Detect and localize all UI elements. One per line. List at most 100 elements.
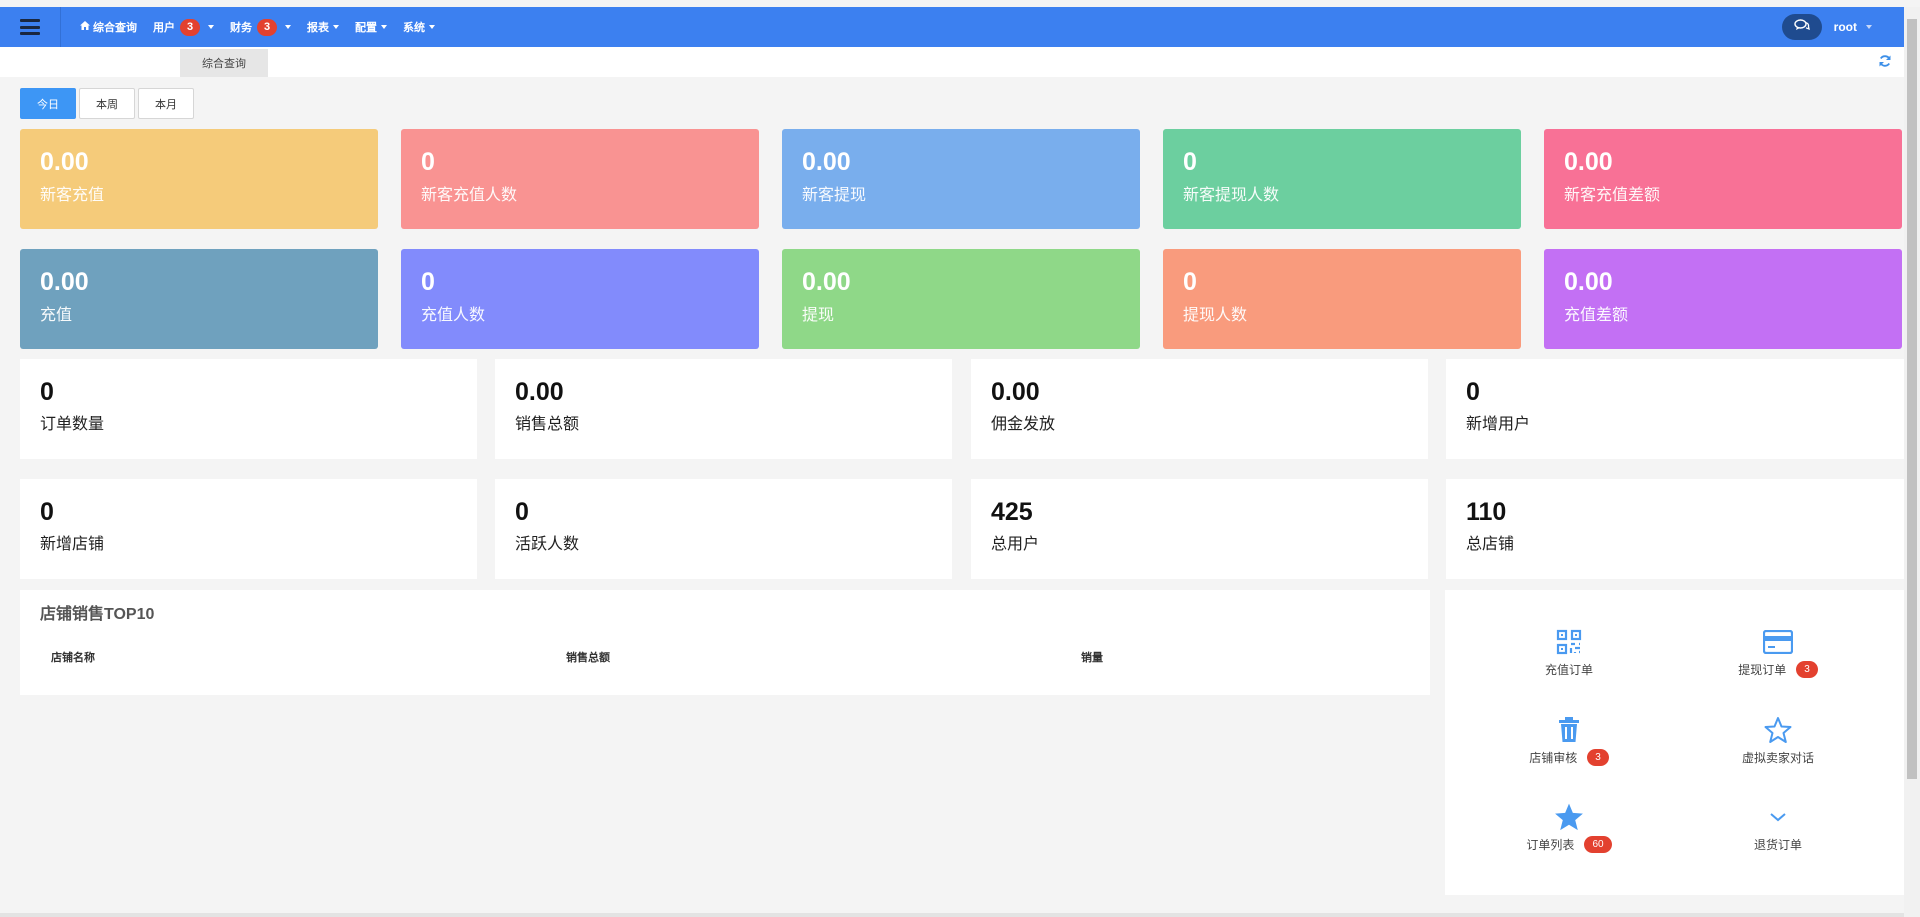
summary-label: 总用户 <box>991 536 1040 553</box>
credit-card-icon <box>1763 627 1793 657</box>
shortcut-return-orders[interactable]: 退货订单 <box>1678 802 1878 853</box>
summary-card: 0 订单数量 <box>20 359 477 459</box>
chat-button[interactable] <box>1781 14 1822 40</box>
summary-value: 425 <box>991 498 1033 526</box>
qrcode-icon <box>1554 627 1584 657</box>
count-badge: 3 <box>1587 749 1609 766</box>
shortcuts-panel: 充值订单 提现订单 3 店铺审核 3 虚拟卖家对话 订单列表 60 退货订单 <box>1445 590 1904 895</box>
shortcut-text: 退货订单 <box>1753 838 1802 852</box>
username: root <box>1833 20 1857 34</box>
stat-label: 新客充值差额 <box>1564 187 1661 204</box>
star-outline-icon <box>1763 715 1793 745</box>
nav-item-label: 财务 <box>230 22 252 34</box>
tab-strip: 综合查询 <box>0 47 1904 77</box>
summary-card: 0 新增用户 <box>1446 359 1904 459</box>
caret-down-icon <box>429 25 435 29</box>
stat-value: 0 <box>421 268 435 296</box>
vertical-scrollbar[interactable] <box>1904 7 1920 917</box>
shortcut-virtual-seller-chat[interactable]: 虚拟卖家对话 <box>1678 715 1878 766</box>
summary-value: 0.00 <box>991 378 1040 406</box>
column-header-store-name: 店铺名称 <box>51 652 95 664</box>
tab-overview[interactable]: 综合查询 <box>180 49 268 77</box>
column-header-sales-total: 销售总额 <box>566 652 610 664</box>
summary-value: 0.00 <box>515 378 564 406</box>
navbar-right: root <box>1781 7 1872 47</box>
shortcut-store-review[interactable]: 店铺审核 3 <box>1469 715 1669 766</box>
nav-item-label: 综合查询 <box>93 22 137 34</box>
summary-value: 0 <box>1466 378 1480 406</box>
nav-item-label: 报表 <box>307 22 329 34</box>
nav-item-label: 系统 <box>403 22 425 34</box>
shortcut-label: 店铺审核 3 <box>1529 749 1609 766</box>
top-navbar: 综合查询 用户 3 财务 3 报表 配置 系统 root <box>0 7 1904 47</box>
stat-label: 提现人数 <box>1183 307 1248 324</box>
stat-value: 0 <box>421 148 435 176</box>
summary-card: 0 活跃人数 <box>495 479 952 579</box>
stat-card: 0.00 新客充值 <box>20 129 378 229</box>
chevron-down-icon <box>1763 802 1793 832</box>
scrollbar-thumb[interactable] <box>1907 19 1917 779</box>
stat-label: 新客充值人数 <box>421 187 518 204</box>
stat-card: 0.00 新客提现 <box>782 129 1140 229</box>
summary-label: 新增用户 <box>1466 416 1531 433</box>
nav-item-system[interactable]: 系统 <box>403 19 435 35</box>
summary-label: 佣金发放 <box>991 416 1056 433</box>
trash-icon <box>1554 715 1584 745</box>
column-header-sales-volume: 销量 <box>1081 652 1103 664</box>
count-badge: 3 <box>1796 661 1818 678</box>
summary-label: 活跃人数 <box>515 536 580 553</box>
stat-value: 0 <box>1183 268 1197 296</box>
shortcut-label: 充值订单 <box>1545 661 1593 678</box>
nav-item-config[interactable]: 配置 <box>355 19 387 35</box>
chat-bubble-icon <box>1793 18 1810 36</box>
shortcut-text: 提现订单 <box>1738 663 1787 677</box>
user-menu[interactable]: root <box>1834 20 1872 34</box>
period-month-button[interactable]: 本月 <box>138 88 194 119</box>
refresh-icon[interactable] <box>1878 54 1892 68</box>
summary-value: 0 <box>515 498 529 526</box>
stat-label: 新客提现 <box>802 187 867 204</box>
summary-label: 新增店铺 <box>40 536 105 553</box>
summary-label: 订单数量 <box>40 416 105 433</box>
menu-toggle-button[interactable] <box>0 7 61 47</box>
stat-card: 0 提现人数 <box>1163 249 1521 349</box>
period-switcher: 今日 本周 本月 <box>20 88 197 119</box>
hamburger-icon <box>20 19 40 35</box>
nav-item-reports[interactable]: 报表 <box>307 19 339 35</box>
nav-item-overview[interactable]: 综合查询 <box>80 19 137 35</box>
home-icon <box>80 21 90 33</box>
stat-label: 充值差额 <box>1564 307 1629 324</box>
stat-card: 0.00 充值差额 <box>1544 249 1902 349</box>
summary-card: 110 总店铺 <box>1446 479 1904 579</box>
shortcut-label: 提现订单 3 <box>1738 661 1818 678</box>
shortcut-text: 店铺审核 <box>1529 751 1578 765</box>
period-today-button[interactable]: 今日 <box>20 88 76 119</box>
summary-label: 总店铺 <box>1466 536 1515 553</box>
shortcut-recharge-orders[interactable]: 充值订单 <box>1469 627 1669 678</box>
shortcut-withdraw-orders[interactable]: 提现订单 3 <box>1678 627 1878 678</box>
summary-value: 110 <box>1466 498 1507 526</box>
stat-value: 0.00 <box>1564 148 1613 176</box>
stat-card: 0.00 充值 <box>20 249 378 349</box>
shortcut-order-list[interactable]: 订单列表 60 <box>1469 802 1669 853</box>
caret-down-icon <box>285 25 291 29</box>
shortcut-label: 退货订单 <box>1754 836 1802 853</box>
nav-item-users[interactable]: 用户 3 <box>153 18 214 36</box>
summary-label: 销售总额 <box>515 416 580 433</box>
stat-value: 0.00 <box>1564 268 1613 296</box>
caret-down-icon <box>208 25 214 29</box>
nav-item-label: 用户 <box>153 22 175 34</box>
shortcut-label: 订单列表 60 <box>1526 836 1612 853</box>
star-filled-icon <box>1554 802 1584 832</box>
nav-item-finance[interactable]: 财务 3 <box>230 18 291 36</box>
nav-item-label: 配置 <box>355 22 377 34</box>
summary-value: 0 <box>40 498 54 526</box>
stat-value: 0 <box>1183 148 1197 176</box>
panel-title: 店铺销售TOP10 <box>40 606 155 623</box>
stat-label: 充值人数 <box>421 307 486 324</box>
stat-card: 0.00 提现 <box>782 249 1140 349</box>
stat-value: 0.00 <box>40 148 89 176</box>
shortcut-text: 订单列表 <box>1526 838 1575 852</box>
stat-value: 0.00 <box>40 268 89 296</box>
period-week-button[interactable]: 本周 <box>79 88 135 119</box>
